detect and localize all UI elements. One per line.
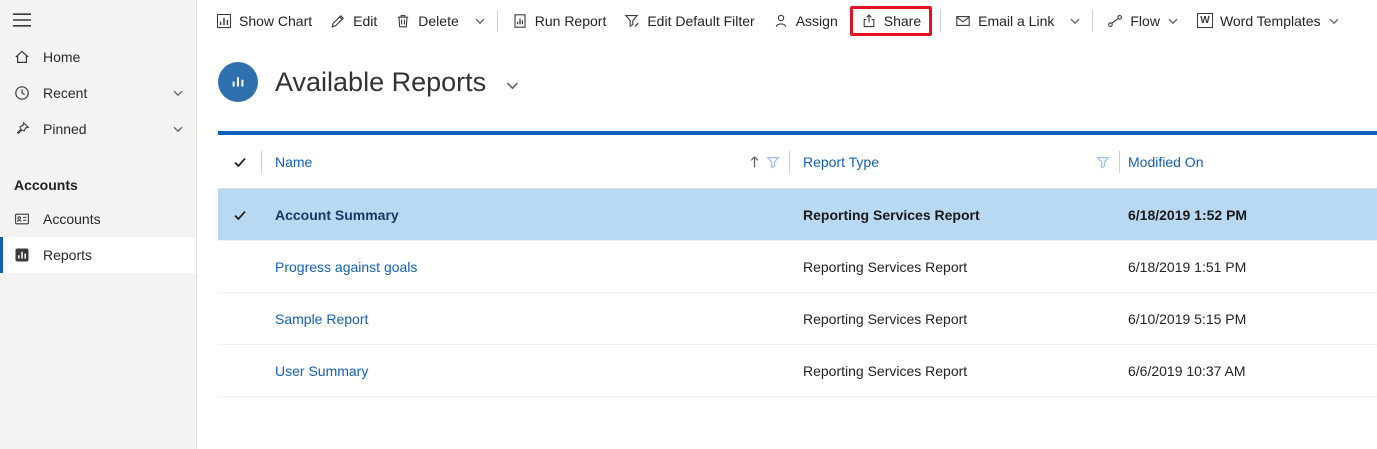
sidebar-item-home[interactable]: Home (0, 39, 196, 75)
modified-on-cell: 6/18/2019 1:51 PM (1128, 258, 1247, 275)
pin-icon (14, 121, 30, 137)
grid-header-row: Name Report Type Modified On (218, 135, 1377, 189)
report-type-cell: Reporting Services Report (803, 362, 968, 379)
modified-on-cell: 6/18/2019 1:52 PM (1128, 206, 1248, 223)
table-row[interactable]: Sample Report Reporting Services Report … (218, 293, 1377, 345)
run-report-button[interactable]: Run Report (503, 6, 616, 36)
home-icon (14, 49, 30, 65)
show-chart-label: Show Chart (239, 12, 313, 29)
filter-funnel-icon[interactable] (1096, 155, 1120, 169)
column-label: Report Type (803, 153, 880, 170)
person-icon (773, 13, 789, 29)
show-chart-icon (216, 13, 232, 29)
flow-label: Flow (1130, 12, 1160, 29)
edit-default-filter-label: Edit Default Filter (647, 12, 755, 29)
run-report-icon (512, 13, 528, 29)
menu-button[interactable] (0, 0, 196, 39)
sidebar-item-reports[interactable]: Reports (0, 237, 196, 273)
sidebar-item-label: Recent (43, 85, 88, 101)
edit-label: Edit (353, 12, 378, 29)
column-header-name[interactable]: Name (262, 135, 790, 188)
edit-default-filter-button[interactable]: Edit Default Filter (615, 6, 763, 36)
column-label: Name (275, 153, 313, 170)
sidebar-item-accounts[interactable]: Accounts (0, 201, 196, 237)
command-divider (940, 9, 942, 32)
main-area: Show Chart Edit Delete Run Report Edit D… (197, 0, 1377, 449)
command-divider (1092, 9, 1094, 32)
sidebar-item-label: Reports (43, 247, 93, 263)
report-type-cell: Reporting Services Report (803, 258, 968, 275)
word-templates-button[interactable]: W Word Templates (1188, 6, 1349, 36)
filter-funnel-icon[interactable] (766, 155, 780, 169)
sidebar-item-label: Home (43, 49, 81, 65)
content-area: Available Reports Name Report Type Modif… (197, 41, 1377, 449)
command-divider (496, 9, 498, 32)
app-window: Home Recent Pinned Accounts Accounts Rep… (0, 0, 1377, 449)
reports-icon (14, 247, 30, 263)
show-chart-button[interactable]: Show Chart (207, 6, 321, 36)
sidebar-group-accounts: Accounts (14, 177, 78, 193)
sidebar-item-label: Pinned (43, 121, 87, 137)
page-header: Available Reports (218, 60, 1377, 104)
delete-overflow-chevron[interactable] (468, 8, 492, 34)
chevron-down-icon (474, 15, 486, 27)
word-templates-label: Word Templates (1219, 12, 1321, 29)
chevron-down-icon (1167, 15, 1179, 27)
accounts-icon (14, 211, 30, 227)
reports-entity-icon (218, 62, 258, 102)
column-label: Modified On (1128, 153, 1204, 170)
edit-button[interactable]: Edit (321, 6, 386, 36)
report-name-link[interactable]: Sample Report (262, 311, 790, 327)
chevron-down-icon (1069, 15, 1081, 27)
filter-edit-icon (624, 13, 640, 29)
email-a-link-label: Email a Link (978, 12, 1055, 29)
clock-icon (14, 85, 30, 101)
report-name-link[interactable]: User Summary (262, 363, 790, 379)
share-label: Share (883, 12, 922, 29)
email-icon (955, 13, 971, 29)
sidebar: Home Recent Pinned Accounts Accounts Rep… (0, 0, 197, 449)
run-report-label: Run Report (534, 12, 607, 29)
column-header-report-type[interactable]: Report Type (790, 135, 1120, 188)
table-row[interactable]: Account Summary Reporting Services Repor… (218, 189, 1377, 241)
view-selector-chevron[interactable] (505, 72, 520, 93)
delete-icon (395, 13, 411, 29)
flow-icon (1107, 13, 1123, 29)
hamburger-icon (13, 13, 196, 27)
report-type-cell: Reporting Services Report (803, 310, 968, 327)
flow-button[interactable]: Flow (1098, 6, 1188, 36)
modified-on-cell: 6/6/2019 10:37 AM (1128, 362, 1246, 379)
report-type-cell: Reporting Services Report (803, 206, 980, 223)
share-button[interactable]: Share (849, 5, 933, 36)
edit-icon (330, 13, 346, 29)
sort-ascending-icon[interactable] (749, 155, 790, 169)
sidebar-item-pinned[interactable]: Pinned (0, 111, 196, 147)
sidebar-item-recent[interactable]: Recent (0, 75, 196, 111)
word-glyph: W (1200, 15, 1210, 26)
report-name-link[interactable]: Progress against goals (262, 259, 790, 275)
assign-button[interactable]: Assign (764, 6, 847, 36)
select-all-checkbox[interactable] (218, 135, 262, 188)
command-bar: Show Chart Edit Delete Run Report Edit D… (197, 0, 1377, 41)
reports-grid: Name Report Type Modified On Account Sum… (218, 131, 1377, 397)
column-header-modified-on[interactable]: Modified On (1120, 135, 1377, 188)
chevron-down-icon (1328, 15, 1340, 27)
email-a-link-button[interactable]: Email a Link (946, 6, 1063, 36)
row-checkbox[interactable] (218, 208, 262, 222)
report-name-link[interactable]: Account Summary (262, 207, 790, 223)
table-row[interactable]: User Summary Reporting Services Report 6… (218, 345, 1377, 397)
modified-on-cell: 6/10/2019 5:15 PM (1128, 310, 1247, 327)
table-row[interactable]: Progress against goals Reporting Service… (218, 241, 1377, 293)
share-icon (861, 13, 877, 29)
sidebar-item-label: Accounts (43, 211, 101, 227)
email-overflow-chevron[interactable] (1063, 8, 1087, 34)
assign-label: Assign (795, 12, 838, 29)
delete-button[interactable]: Delete (386, 6, 467, 36)
chevron-down-icon[interactable] (172, 87, 184, 99)
chevron-down-icon[interactable] (172, 123, 184, 135)
word-icon: W (1196, 13, 1213, 28)
page-title: Available Reports (275, 66, 487, 97)
delete-label: Delete (418, 12, 459, 29)
